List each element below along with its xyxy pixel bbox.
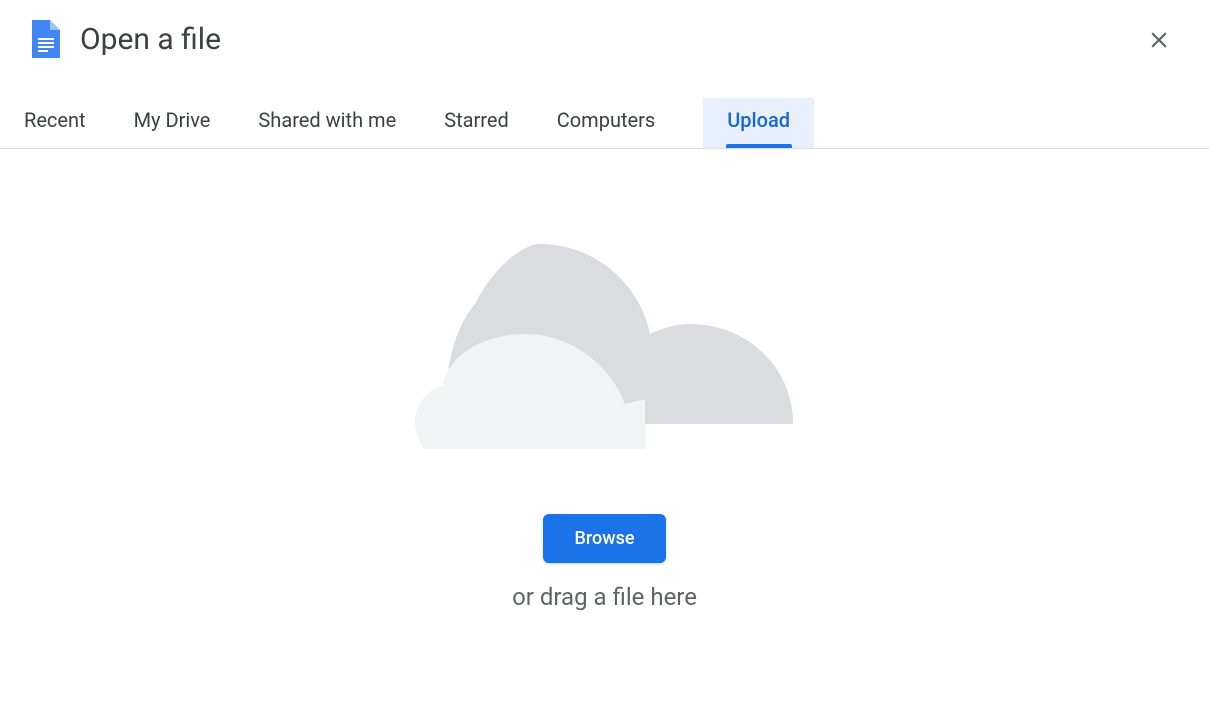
dialog-header: Open a file <box>0 0 1209 70</box>
tab-shared-with-me[interactable]: Shared with me <box>258 98 420 148</box>
tabs-bar: Recent My Drive Shared with me Starred C… <box>0 70 1209 149</box>
tab-upload[interactable]: Upload <box>703 98 814 148</box>
browse-button[interactable]: Browse <box>543 514 667 563</box>
tab-my-drive[interactable]: My Drive <box>134 98 235 148</box>
upload-content: Browse or drag a file here <box>0 149 1209 611</box>
dialog-title: Open a file <box>80 22 221 57</box>
close-button[interactable] <box>1145 26 1173 54</box>
drag-hint-text: or drag a file here <box>512 583 697 611</box>
cloud-illustration-icon <box>415 244 795 454</box>
tab-recent[interactable]: Recent <box>24 98 110 148</box>
tab-computers[interactable]: Computers <box>557 98 679 148</box>
google-docs-icon <box>32 20 60 58</box>
tab-starred[interactable]: Starred <box>444 98 533 148</box>
close-icon <box>1146 27 1172 53</box>
